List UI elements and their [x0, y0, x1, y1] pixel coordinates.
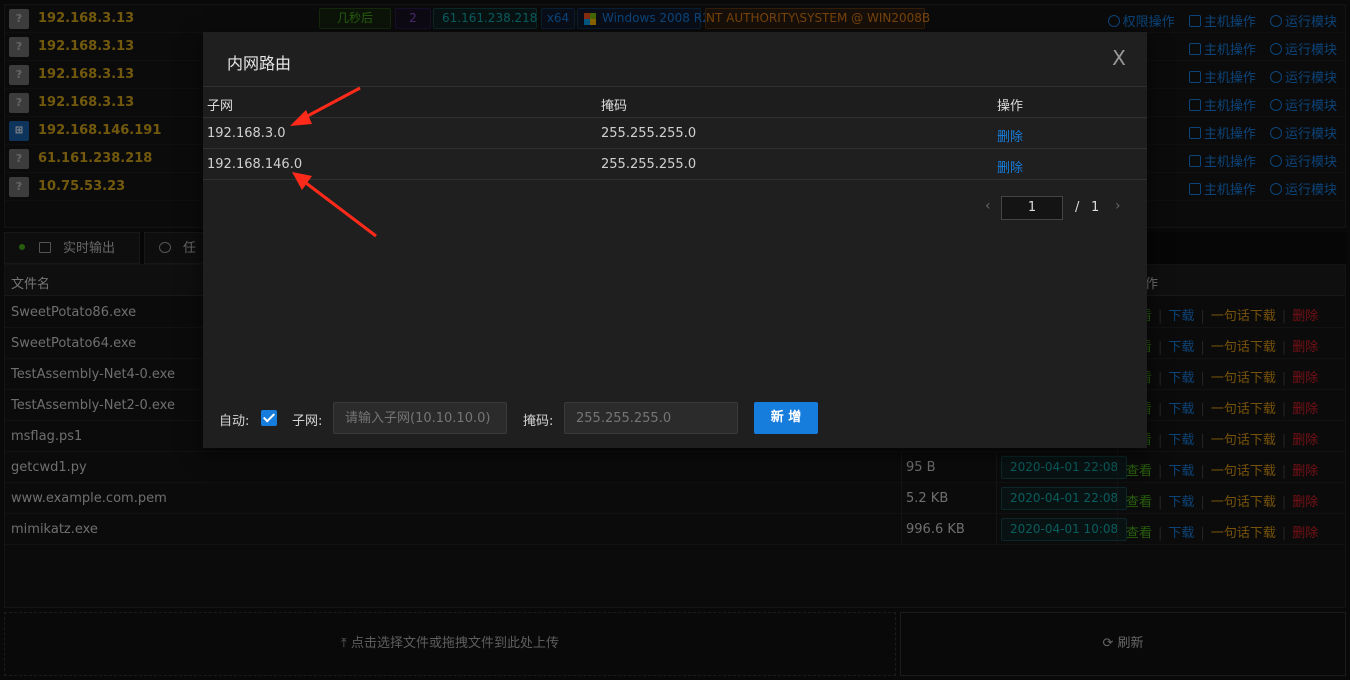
app-root: ? 192.168.3.13 几秒后 2 61.161.238.218 x64 … [0, 0, 1350, 680]
annotation-arrow-top [290, 86, 361, 126]
annotation-arrow-bottom [292, 172, 377, 238]
annotation-arrows [290, 86, 377, 238]
